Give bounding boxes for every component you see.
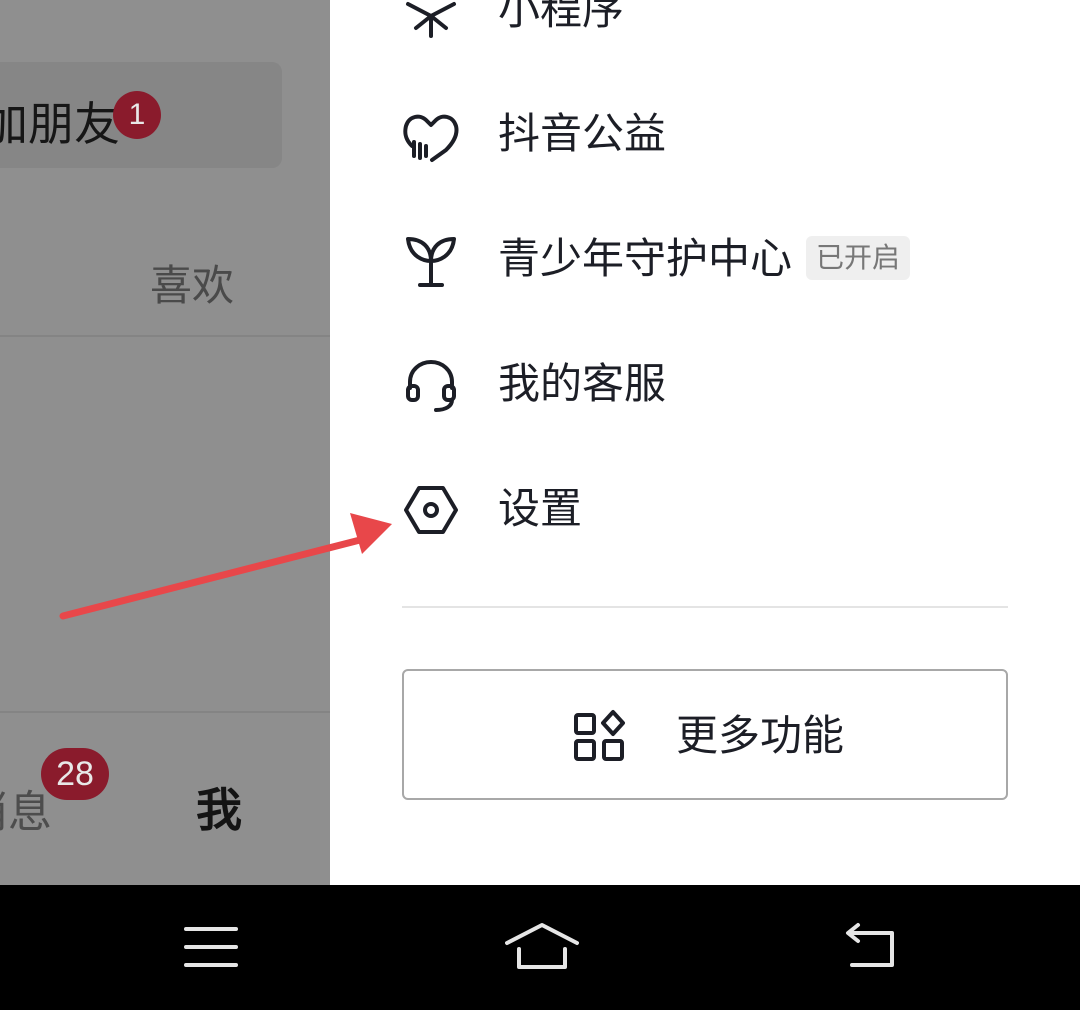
charity-heart-icon [403,114,459,162]
mini-program-icon [406,2,456,38]
apps-grid-icon [574,710,625,761]
add-friend-label: 加朋友 [0,97,120,151]
drawer-divider [402,606,1008,608]
more-features-button[interactable]: 更多功能 [402,669,1008,800]
youth-mode-status-tag: 已开启 [806,235,911,280]
more-features-label: 更多功能 [676,711,845,760]
menu-item-youth-protection[interactable]: 青少年守护中心 已开启 [330,203,1080,313]
menu-label: 小程序 [498,0,625,34]
menu-label: 青少年守护中心 已开启 [498,231,911,287]
menu-label-text: 青少年守护中心 [498,234,793,283]
messages-badge: 28 [41,748,109,800]
home-icon[interactable] [505,915,579,979]
menu-item-charity[interactable]: 抖音公益 [330,78,1080,188]
menu-icon[interactable] [176,915,246,979]
nav-me[interactable]: 我 [196,774,242,840]
headset-icon [406,360,456,412]
background-app-overlay[interactable]: 加朋友 1 喜欢 消息 28 我 [0,0,330,885]
sprout-icon [406,237,456,287]
system-navigation-bar [0,885,1080,1010]
bottom-nav-divider [0,711,330,713]
tab-divider [0,335,330,337]
back-icon[interactable] [836,915,906,979]
menu-label: 抖音公益 [498,109,667,158]
menu-item-mini-program[interactable]: 小程序 [330,0,1080,64]
menu-item-customer-service[interactable]: 我的客服 [330,328,1080,438]
settings-hexagon-icon [404,486,458,534]
friend-count-badge: 1 [113,91,161,139]
menu-label: 我的客服 [498,359,667,408]
menu-label: 设置 [498,484,583,533]
tab-likes[interactable]: 喜欢 [150,252,234,313]
menu-item-settings[interactable]: 设置 [330,453,1080,563]
side-drawer: 小程序 抖音公益 青少年守护中心 已开启 我的客服 设置 更多功能 [330,0,1080,885]
